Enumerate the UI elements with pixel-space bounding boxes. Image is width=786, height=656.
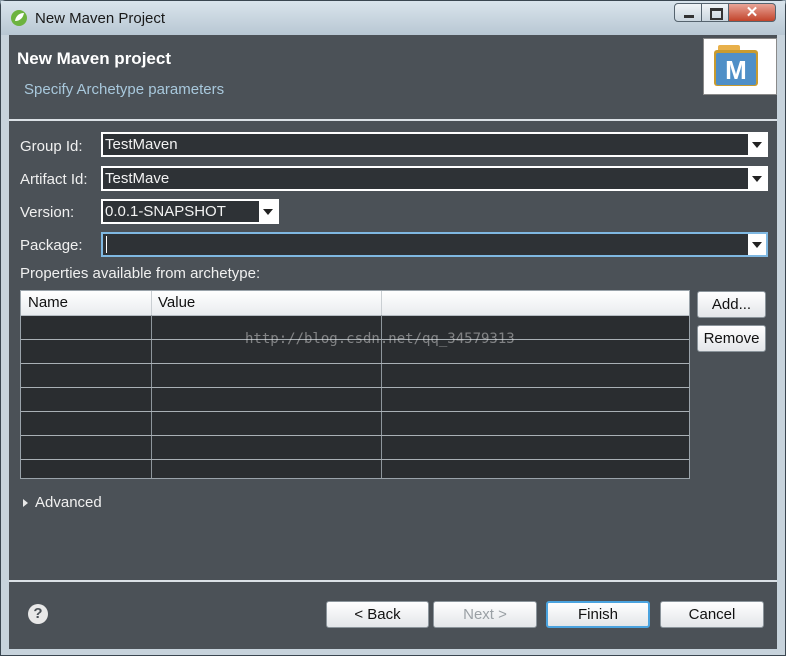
maven-m-logo-icon: M bbox=[714, 45, 758, 86]
package-label: Package: bbox=[20, 237, 83, 254]
advanced-toggle[interactable]: Advanced bbox=[35, 494, 102, 511]
table-row bbox=[21, 411, 689, 412]
group-id-value: TestMaven bbox=[105, 136, 178, 153]
package-combo[interactable] bbox=[101, 232, 768, 257]
chevron-down-icon[interactable] bbox=[748, 134, 766, 155]
column-divider bbox=[151, 291, 152, 315]
version-label: Version: bbox=[20, 204, 75, 221]
finish-button[interactable]: Finish bbox=[546, 601, 650, 628]
spring-leaf-icon bbox=[11, 10, 27, 26]
column-header-value[interactable]: Value bbox=[158, 294, 195, 311]
svg-text:M: M bbox=[725, 55, 747, 85]
artifact-id-combo[interactable]: TestMave bbox=[101, 166, 768, 191]
column-header-name[interactable]: Name bbox=[28, 294, 68, 311]
version-combo[interactable]: 0.0.1-SNAPSHOT bbox=[101, 199, 279, 224]
artifact-id-value: TestMave bbox=[105, 170, 170, 187]
back-button[interactable]: < Back bbox=[326, 601, 429, 628]
footer-separator bbox=[9, 580, 777, 582]
expand-arrow-icon[interactable] bbox=[23, 499, 28, 507]
chevron-down-icon[interactable] bbox=[259, 201, 277, 222]
add-property-button[interactable]: Add... bbox=[697, 291, 766, 318]
wizard-subtitle: Specify Archetype parameters bbox=[24, 81, 225, 98]
window-title: New Maven Project bbox=[35, 10, 166, 27]
title-bar[interactable]: New Maven Project ✕ bbox=[1, 1, 785, 35]
question-icon[interactable]: ? bbox=[28, 604, 48, 624]
cancel-button[interactable]: Cancel bbox=[660, 601, 764, 628]
close-button[interactable]: ✕ bbox=[729, 3, 776, 22]
table-row bbox=[21, 387, 689, 388]
wizard-title: New Maven project bbox=[17, 49, 171, 68]
dialog-content: New Maven project Specify Archetype para… bbox=[9, 35, 777, 649]
next-button[interactable]: Next > bbox=[433, 601, 537, 628]
remove-property-button[interactable]: Remove bbox=[697, 325, 766, 352]
table-row bbox=[21, 459, 689, 460]
minimize-button[interactable] bbox=[674, 3, 702, 22]
table-row bbox=[21, 435, 689, 436]
window-controls: ✕ bbox=[674, 3, 776, 24]
new-maven-project-window: New Maven Project ✕ New Maven project Sp… bbox=[0, 0, 786, 656]
properties-table[interactable]: Name Value bbox=[20, 290, 690, 479]
group-id-combo[interactable]: TestMaven bbox=[101, 132, 768, 157]
group-id-label: Group Id: bbox=[20, 138, 83, 155]
version-value: 0.0.1-SNAPSHOT bbox=[105, 203, 226, 220]
chevron-down-icon[interactable] bbox=[748, 234, 766, 255]
chevron-down-icon[interactable] bbox=[748, 168, 766, 189]
column-divider bbox=[381, 291, 382, 315]
header-separator bbox=[9, 119, 777, 121]
wizard-header: New Maven project Specify Archetype para… bbox=[9, 35, 777, 119]
table-header: Name Value bbox=[21, 291, 689, 316]
table-row bbox=[21, 363, 689, 364]
maximize-button[interactable] bbox=[702, 3, 729, 22]
artifact-id-label: Artifact Id: bbox=[20, 171, 88, 188]
watermark-text: http://blog.csdn.net/qq_34579313 bbox=[245, 331, 515, 347]
maven-logo: M bbox=[703, 38, 777, 95]
close-icon: ✕ bbox=[745, 4, 759, 21]
text-caret bbox=[106, 236, 107, 253]
properties-label: Properties available from archetype: bbox=[20, 265, 261, 282]
